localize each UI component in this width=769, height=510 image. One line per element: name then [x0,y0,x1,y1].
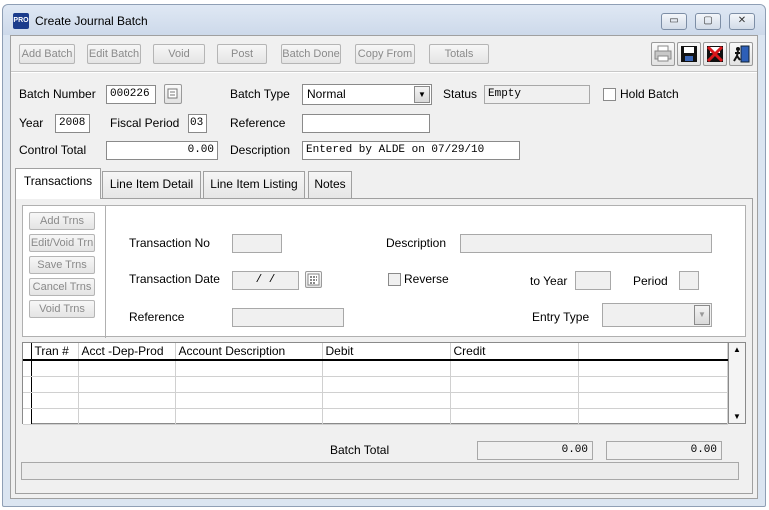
transaction-description-label: Description [386,236,447,250]
transaction-description-field[interactable] [460,234,712,253]
transaction-no-field[interactable] [232,234,282,253]
description-label: Description [230,143,291,157]
minimize-button[interactable]: ▭ [661,13,687,30]
batch-total-credit: 0.00 [606,441,722,460]
status-bar [21,462,739,480]
tab-line-item-detail[interactable]: Line Item Detail [102,171,201,198]
year-field[interactable]: 2008 [55,114,90,133]
transaction-reference-label: Reference [129,310,185,324]
save-icon[interactable] [677,42,701,66]
save-trns-button[interactable]: Save Trns [29,256,95,274]
col-acct-dep-prod[interactable]: Acct -Dep-Prod [78,343,176,361]
toolbar-separator [11,71,757,73]
totals-button[interactable]: Totals [429,44,489,64]
calendar-icon[interactable] [305,271,322,288]
maximize-button[interactable]: ▢ [695,13,721,30]
status-field: Empty [484,85,590,104]
hold-batch-label[interactable]: Hold Batch [620,87,679,101]
batch-number-label: Batch Number [19,87,96,101]
fiscal-period-label: Fiscal Period [110,116,180,130]
transaction-date-label: Transaction Date [129,272,220,286]
col-debit[interactable]: Debit [322,343,451,361]
transactions-panel: Add Trns Edit/Void Trn Save Trns Cancel … [15,198,753,494]
printer-icon[interactable] [651,42,675,66]
entry-type-label: Entry Type [532,310,590,324]
table-row[interactable] [23,360,728,377]
hold-batch-checkbox[interactable] [603,88,616,101]
transaction-date-field[interactable]: / / [232,271,299,290]
copy-from-button[interactable]: Copy From [355,44,415,64]
add-trns-button[interactable]: Add Trns [29,212,95,230]
tab-transactions[interactable]: Transactions [15,168,101,199]
title-bar: PRO Create Journal Batch ▭ ▢ ✕ [3,5,765,35]
control-total-field[interactable]: 0.00 [106,141,218,160]
grid-corner [23,343,32,361]
control-total-label: Control Total [19,143,87,157]
to-year-label: to Year [530,274,568,288]
edit-void-trn-button[interactable]: Edit/Void Trn [29,234,95,252]
chevron-down-icon[interactable]: ▼ [414,86,430,103]
add-batch-button[interactable]: Add Batch [19,44,75,64]
transaction-reference-field[interactable] [232,308,344,327]
app-logo-icon: PRO [13,13,29,29]
batch-type-value: Normal [307,87,346,101]
reverse-checkbox[interactable] [388,273,401,286]
tab-line-item-listing[interactable]: Line Item Listing [203,171,305,198]
reference-field[interactable] [302,114,430,133]
col-extra [578,343,728,361]
period-label: Period [633,274,668,288]
transactions-grid[interactable]: Tran # Acct -Dep-Prod Account Descriptio… [22,342,729,425]
scroll-down-icon[interactable]: ▼ [729,412,745,421]
period-field[interactable] [679,271,699,290]
col-credit[interactable]: Credit [450,343,579,361]
batch-number-field[interactable]: 000226 [106,85,156,104]
batch-type-label: Batch Type [230,87,290,101]
transaction-entry-box: Add Trns Edit/Void Trn Save Trns Cancel … [22,205,746,338]
description-field[interactable]: Entered by ALDE on 07/29/10 [302,141,520,160]
table-row[interactable] [23,376,728,393]
reverse-label: Reverse [404,272,449,286]
cancel-icon[interactable] [703,42,727,66]
transaction-button-column: Add Trns Edit/Void Trn Save Trns Cancel … [23,206,106,338]
reference-label: Reference [230,116,286,130]
post-button[interactable]: Post [217,44,267,64]
scroll-up-icon[interactable]: ▲ [729,345,745,354]
entry-type-select[interactable]: ▼ [602,303,712,327]
journal-batch-window: PRO Create Journal Batch ▭ ▢ ✕ Add Batch… [2,4,766,507]
batch-done-button[interactable]: Batch Done [281,44,341,64]
void-trns-button[interactable]: Void Trns [29,300,95,318]
table-row[interactable] [23,408,728,425]
lookup-icon[interactable] [164,84,182,104]
exit-icon[interactable] [729,42,753,66]
void-button[interactable]: Void [153,44,205,64]
batch-total-label: Batch Total [330,443,390,457]
cancel-trns-button[interactable]: Cancel Trns [29,278,95,296]
to-year-field[interactable] [575,271,611,290]
table-row[interactable] [23,392,728,409]
edit-batch-button[interactable]: Edit Batch [87,44,141,64]
tab-notes[interactable]: Notes [308,171,352,198]
batch-total-debit: 0.00 [477,441,593,460]
close-button[interactable]: ✕ [729,13,755,30]
batch-type-select[interactable]: Normal ▼ [302,84,432,105]
grid-scrollbar[interactable]: ▲ ▼ [729,342,746,424]
chevron-down-icon[interactable]: ▼ [694,305,710,325]
window-title: Create Journal Batch [35,14,148,28]
transaction-no-label: Transaction No [129,236,210,250]
year-label: Year [19,116,44,130]
form-body: Add Batch Edit Batch Void Post Batch Don… [10,35,758,499]
col-tran-no[interactable]: Tran # [31,343,79,361]
fiscal-period-field[interactable]: 03 [188,114,207,133]
status-label: Status [443,87,478,101]
col-account-description[interactable]: Account Description [175,343,323,361]
